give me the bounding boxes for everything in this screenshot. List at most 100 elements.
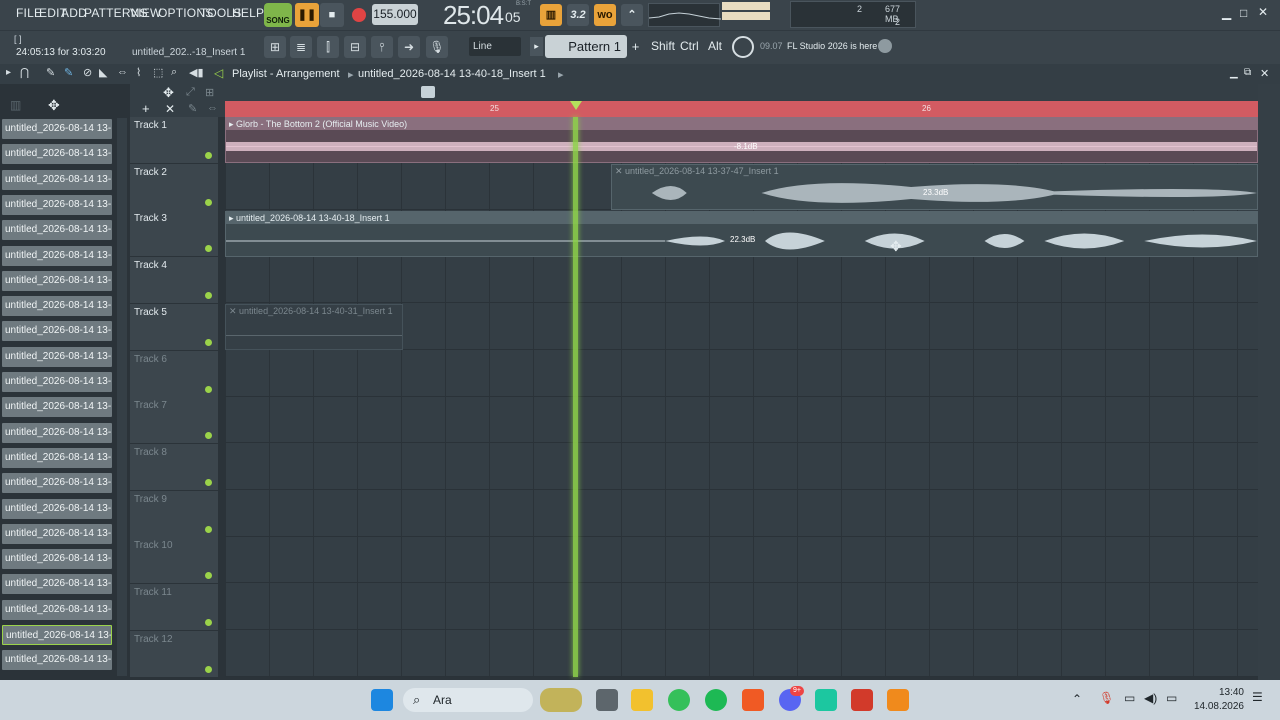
track-mute-led[interactable] bbox=[205, 152, 212, 159]
maximize-icon[interactable]: □ bbox=[1240, 6, 1254, 20]
browser-item[interactable]: untitled_2026-08-14 13-... bbox=[2, 194, 112, 215]
tempo-display[interactable]: 155.000 bbox=[372, 4, 418, 25]
audio-clip-3[interactable]: ▸ untitled_2026-08-14 13-40-18_Insert 1 … bbox=[225, 211, 1258, 257]
audio-clip-1[interactable]: ▸ Glorb - The Bottom 2 (Official Music V… bbox=[225, 117, 1258, 163]
grid-icon[interactable]: ⊞ bbox=[205, 86, 214, 99]
plugin-picker-icon[interactable]: ⫯ bbox=[371, 36, 393, 58]
browser-scrollbar[interactable] bbox=[117, 118, 127, 676]
microphone-icon[interactable]: 🎙 bbox=[426, 36, 448, 58]
menu-view[interactable]: VIEW bbox=[130, 6, 161, 20]
pencil-icon[interactable]: ✎ bbox=[46, 66, 55, 79]
slip-icon[interactable]: ⇔ bbox=[117, 66, 128, 78]
track-mute-led[interactable] bbox=[205, 572, 212, 580]
vertical-scrollbar[interactable] bbox=[1258, 84, 1280, 680]
ctrl-key-button[interactable]: Ctrl bbox=[680, 37, 699, 56]
track-header[interactable]: Track 11 bbox=[130, 584, 218, 631]
menu-arrow-icon[interactable]: ▸ bbox=[6, 67, 11, 78]
overview-scroller[interactable] bbox=[225, 84, 1258, 101]
shift-key-button[interactable]: Shift bbox=[651, 37, 675, 56]
news-icon[interactable] bbox=[732, 36, 754, 58]
notification-icon[interactable]: ☰ bbox=[1252, 690, 1263, 704]
browser-item[interactable]: untitled_2026-08-14 13-... bbox=[2, 523, 112, 544]
close-icon[interactable]: ✕ bbox=[1258, 5, 1272, 19]
alt-key-button[interactable]: Alt bbox=[708, 37, 722, 56]
track-header[interactable]: Track 3 bbox=[130, 210, 218, 258]
track-header[interactable]: Track 9 bbox=[130, 490, 218, 538]
volume-icon[interactable]: ◀) bbox=[1144, 691, 1157, 705]
track-mute-led[interactable] bbox=[205, 385, 212, 393]
flame-app-icon[interactable] bbox=[851, 689, 873, 711]
playlist-arrow-icon[interactable]: ◁ bbox=[214, 66, 223, 80]
metronome-icon[interactable]: 3.2 bbox=[567, 4, 589, 26]
spotify-icon[interactable] bbox=[705, 689, 727, 711]
globe-icon[interactable] bbox=[878, 39, 892, 53]
browser-back-icon[interactable]: ▥ bbox=[10, 98, 21, 112]
timeline-ruler[interactable]: 25 26 bbox=[225, 101, 1258, 117]
tray-chevron-icon[interactable]: ⌃ bbox=[1072, 692, 1082, 706]
track-mute-led[interactable] bbox=[205, 665, 212, 673]
browser-item[interactable]: untitled_2026-08-14 13-... bbox=[2, 321, 112, 342]
browser-item[interactable]: untitled_2026-08-14 13-... bbox=[2, 473, 112, 494]
news-text[interactable]: FL Studio 2026 is here bbox=[787, 41, 877, 51]
select-icon[interactable]: ⬚ bbox=[153, 66, 163, 79]
song-position-display[interactable]: 25:04 bbox=[443, 0, 504, 31]
pause-button[interactable]: ❚❚ bbox=[295, 3, 319, 27]
mute-icon[interactable]: ◣ bbox=[99, 66, 107, 79]
track-mute-led[interactable] bbox=[205, 478, 212, 486]
track-mute-led[interactable] bbox=[205, 198, 212, 206]
track-mute-led[interactable] bbox=[205, 245, 212, 253]
playlist-close-icon[interactable]: ✕ bbox=[1260, 67, 1269, 80]
clock-time[interactable]: 13:40 bbox=[1196, 687, 1244, 698]
track-lane[interactable] bbox=[225, 257, 1258, 304]
browser-item[interactable]: untitled_2026-08-14 13-... bbox=[2, 119, 112, 139]
browser-item[interactable]: untitled_2026-08-14 13-... bbox=[2, 599, 112, 620]
track-header[interactable]: Track 5 bbox=[130, 303, 218, 351]
browser-item[interactable]: untitled_2026-08-14 13-... bbox=[2, 169, 112, 190]
fl-studio-icon[interactable] bbox=[887, 689, 909, 711]
track-lane[interactable] bbox=[225, 584, 1258, 630]
pattern-selector[interactable]: Pattern 1 bbox=[545, 35, 627, 58]
playhead-line[interactable] bbox=[573, 117, 578, 677]
track-lane[interactable] bbox=[225, 397, 1258, 444]
browser-item[interactable]: untitled_2026-08-14 13-... bbox=[2, 549, 112, 570]
browser-item[interactable]: untitled_2026-08-14 13-... bbox=[2, 220, 112, 241]
stop-button[interactable]: ■ bbox=[320, 3, 344, 27]
browser-item[interactable]: untitled_2026-08-14 13-... bbox=[2, 372, 112, 392]
browser-item[interactable]: untitled_2026-08-14 13-... bbox=[2, 422, 112, 443]
browser-item[interactable]: untitled_2026-08-14 13-... bbox=[2, 296, 112, 317]
track-lane[interactable] bbox=[225, 631, 1258, 677]
arrow-right-icon[interactable]: ➜ bbox=[398, 36, 420, 58]
track-header[interactable]: Track 1 bbox=[130, 117, 218, 164]
audio-clip-2[interactable]: ✕ untitled_2026-08-14 13-37-47_Insert 1 … bbox=[611, 164, 1258, 210]
clock-date[interactable]: 14.08.2026 bbox=[1190, 701, 1244, 712]
track-header[interactable]: Track 7 bbox=[130, 397, 218, 445]
resize-icon[interactable]: ⇔ bbox=[207, 102, 218, 114]
task-view-icon[interactable] bbox=[596, 689, 618, 711]
master-pitch-meter[interactable] bbox=[722, 12, 770, 20]
snap-select[interactable]: Line bbox=[469, 37, 521, 56]
record-button[interactable] bbox=[347, 3, 371, 27]
edit-track-icon[interactable]: ✎ bbox=[188, 102, 197, 115]
browser-item[interactable]: untitled_2026-08-14 13-... bbox=[2, 447, 112, 468]
track-mute-led[interactable] bbox=[205, 338, 212, 346]
track-mute-led[interactable] bbox=[205, 292, 212, 300]
audio-clip-4[interactable]: ✕ untitled_2026-08-14 13-40-31_Insert 1 bbox=[225, 304, 403, 350]
add-pattern-icon[interactable]: + bbox=[629, 37, 642, 56]
loop-record-icon[interactable]: ⌃ bbox=[621, 4, 643, 26]
whatsapp-icon[interactable] bbox=[668, 689, 690, 711]
widgets-icon[interactable] bbox=[540, 688, 582, 712]
wait-input-icon[interactable]: wo bbox=[594, 4, 616, 26]
track-header[interactable]: Track 2 bbox=[130, 163, 218, 211]
channel-rack-icon[interactable]: ⫿ bbox=[317, 36, 339, 58]
magnet-icon[interactable]: ⋂ bbox=[20, 66, 29, 79]
playhead-marker-icon[interactable] bbox=[570, 101, 582, 110]
slice-icon[interactable]: ⌇ bbox=[136, 66, 141, 79]
scroll-thumb[interactable] bbox=[421, 86, 435, 98]
playlist-minimize-icon[interactable]: ▁ bbox=[1230, 68, 1238, 79]
browser-item[interactable]: untitled_2026-08-14 13-... bbox=[2, 270, 112, 291]
link-icon[interactable]: ⤢ bbox=[186, 86, 195, 99]
browser-item[interactable]: untitled_2026-08-14 13-... bbox=[2, 346, 112, 367]
taskbar-search[interactable]: ⌕ Ara bbox=[403, 688, 533, 712]
track-lane[interactable] bbox=[225, 537, 1258, 584]
zoom-move-icon[interactable]: ✥ bbox=[163, 85, 174, 101]
